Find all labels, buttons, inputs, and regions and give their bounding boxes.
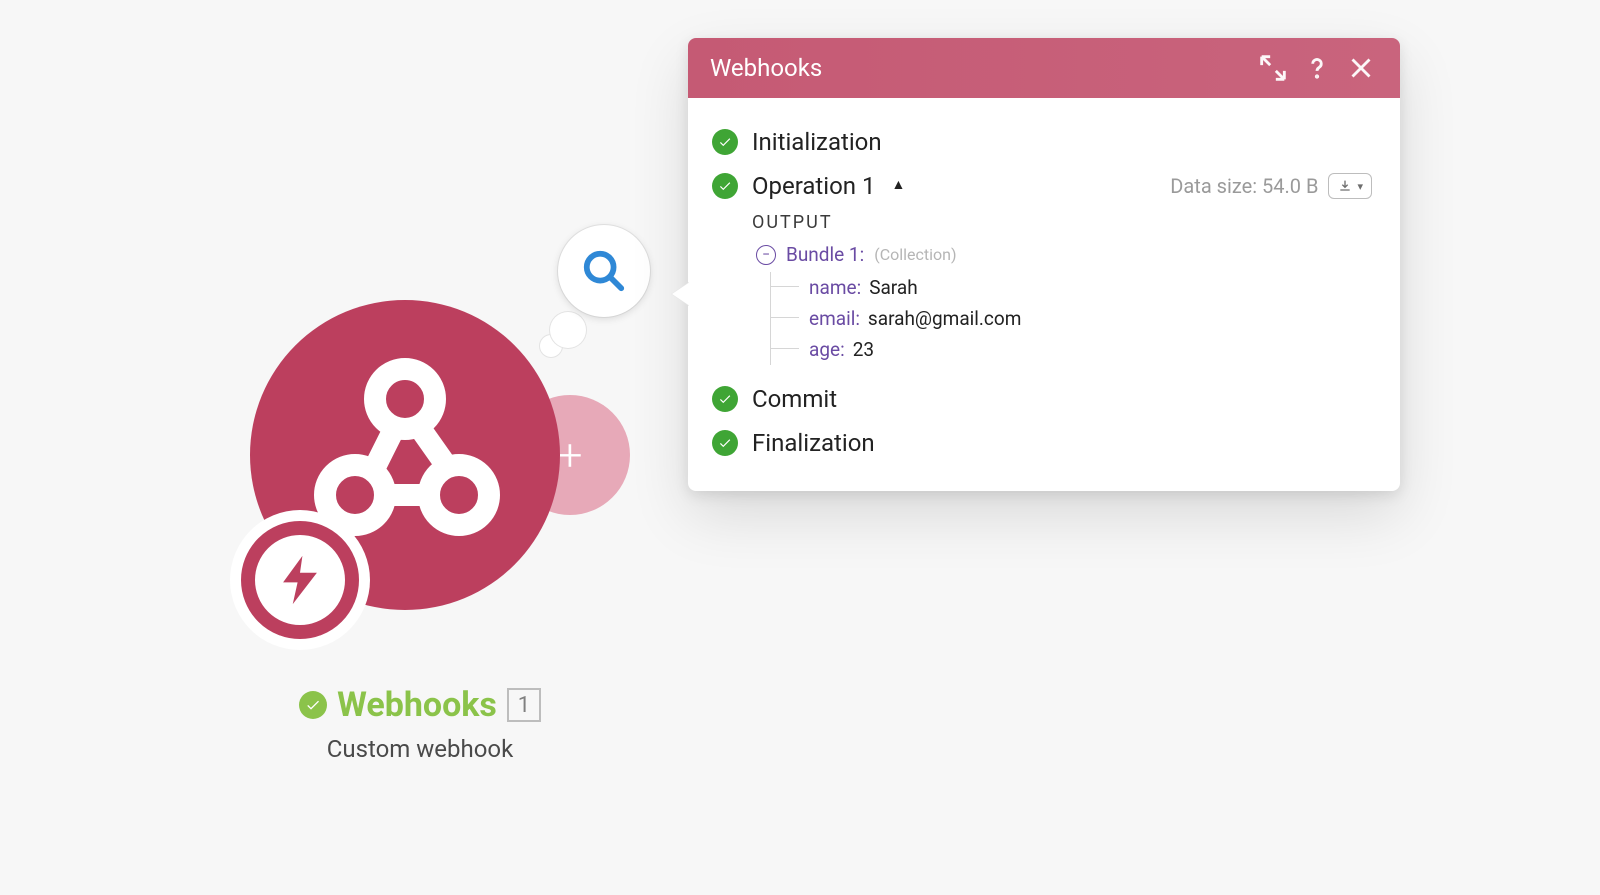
chevron-down-icon: ▾ — [1357, 180, 1363, 193]
panel-title: Webhooks — [710, 54, 1246, 82]
check-icon — [718, 392, 732, 406]
check-icon — [718, 179, 732, 193]
module-caption: Webhooks 1 Custom webhook — [250, 685, 590, 763]
status-check — [712, 129, 738, 155]
lightning-icon — [271, 551, 329, 609]
thought-bubble-dot — [550, 312, 586, 348]
status-check — [712, 386, 738, 412]
step-label: Initialization — [752, 128, 882, 156]
plus-icon: + — [558, 433, 583, 477]
callout-pointer — [672, 282, 690, 306]
check-icon — [718, 436, 732, 450]
field-value: Sarah — [869, 276, 917, 299]
bundle-row[interactable]: − Bundle 1: (Collection) — [756, 243, 1372, 266]
collapse-bundle-button[interactable]: − — [756, 245, 776, 265]
download-output-button[interactable]: ▾ — [1328, 173, 1372, 199]
download-icon — [1337, 178, 1353, 194]
module-status-check — [299, 691, 327, 719]
check-icon — [718, 135, 732, 149]
field-key: age — [809, 338, 845, 361]
panel-header: Webhooks — [688, 38, 1400, 98]
module-subtitle: Custom webhook — [250, 735, 590, 763]
help-button[interactable] — [1300, 51, 1334, 85]
inspect-output-button[interactable] — [558, 225, 650, 317]
bundle-label: Bundle 1: — [786, 243, 864, 266]
close-panel-button[interactable] — [1344, 51, 1378, 85]
module-bundle-count[interactable]: 1 — [507, 688, 541, 722]
bundle-type: (Collection) — [874, 245, 956, 264]
bundle-fields: name Sarah email sarah@gmail.com age 23 — [770, 272, 1372, 365]
caret-up-icon: ▲ — [892, 176, 906, 193]
help-icon — [1300, 51, 1334, 85]
status-check — [712, 173, 738, 199]
field-key: name — [809, 276, 861, 299]
output-heading: OUTPUT — [752, 212, 1372, 233]
bundle-field: email sarah@gmail.com — [771, 303, 1372, 334]
step-commit[interactable]: Commit — [712, 377, 1372, 421]
operation-output: OUTPUT − Bundle 1: (Collection) name Sar… — [712, 212, 1372, 365]
bundle-field: age 23 — [771, 334, 1372, 365]
expand-panel-button[interactable] — [1256, 51, 1290, 85]
step-label: Commit — [752, 385, 837, 413]
expand-icon — [1256, 51, 1290, 85]
search-icon — [581, 248, 627, 294]
webhooks-module-node[interactable]: + — [250, 300, 570, 620]
instant-trigger-badge — [230, 510, 370, 650]
module-title: Webhooks — [337, 685, 497, 725]
field-key: email — [809, 307, 860, 330]
module-details-panel: Webhooks Initialization — [688, 38, 1400, 491]
step-initialization[interactable]: Initialization — [712, 120, 1372, 164]
bundle-field: name Sarah — [771, 272, 1372, 303]
status-check — [712, 430, 738, 456]
field-value: sarah@gmail.com — [868, 307, 1021, 330]
step-label: Finalization — [752, 429, 875, 457]
step-label: Operation 1 — [752, 172, 876, 200]
close-icon — [1344, 51, 1378, 85]
field-value: 23 — [853, 338, 874, 361]
step-operation-1[interactable]: Operation 1 ▲ Data size: 54.0 B ▾ — [712, 164, 1372, 208]
step-finalization[interactable]: Finalization — [712, 421, 1372, 465]
check-icon — [305, 697, 321, 713]
data-size: Data size: 54.0 B — [1170, 174, 1318, 198]
